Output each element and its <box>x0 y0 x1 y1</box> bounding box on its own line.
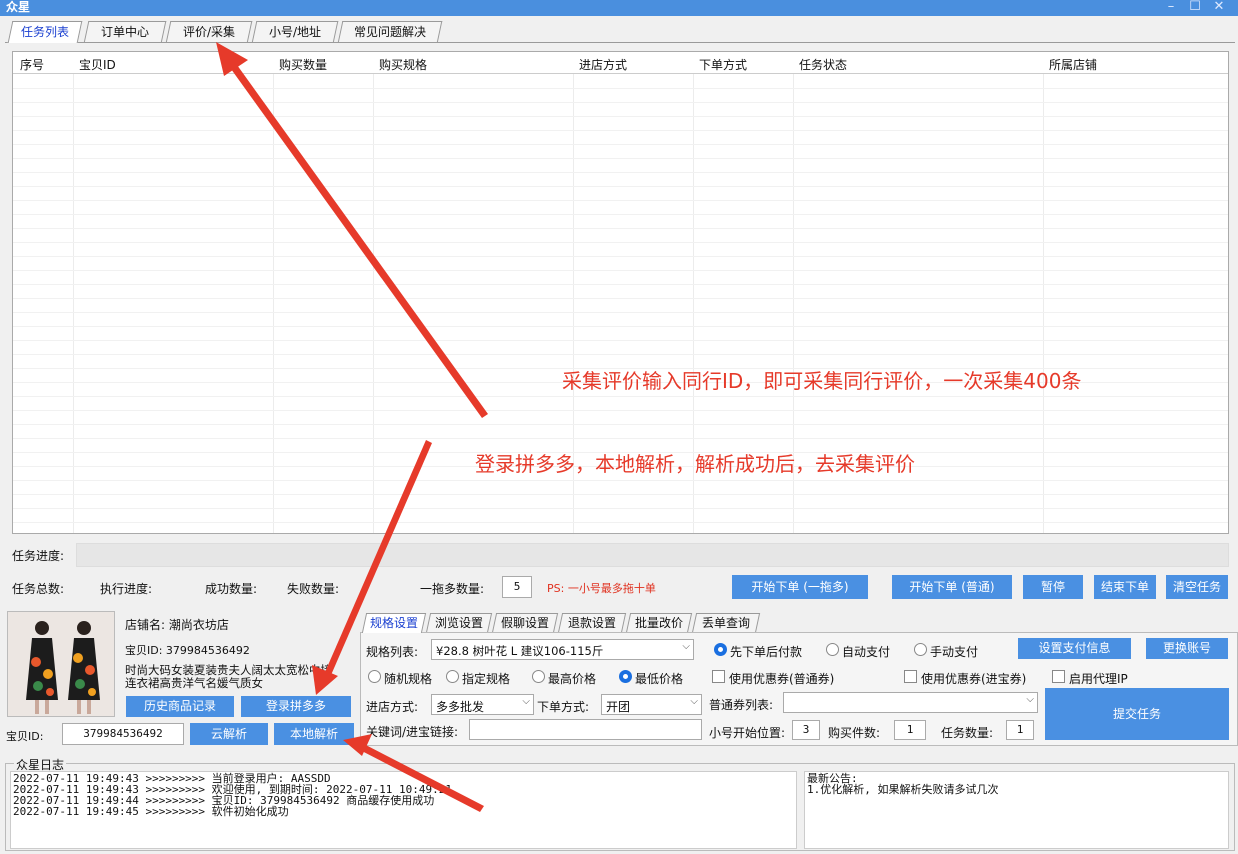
annotation-login-parse: 登录拼多多，本地解析，解析成功后，去采集评价 <box>475 452 915 476</box>
annotation-collect-review: 采集评价输入同行ID，即可采集同行评价，一次采集400条 <box>562 369 1082 393</box>
annotation-arrows <box>216 42 488 812</box>
tab-task-list[interactable]: 任务列表 <box>7 21 83 43</box>
tab-spec-settings[interactable]: 规格设置 <box>361 613 427 633</box>
